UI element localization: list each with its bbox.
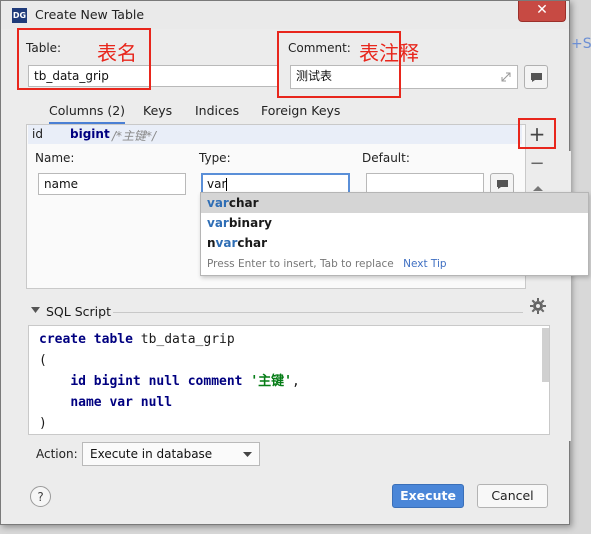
- remove-column-button[interactable]: −: [523, 152, 551, 176]
- autocomplete-item-varchar[interactable]: varchar: [201, 193, 588, 213]
- window-title: Create New Table: [35, 7, 145, 22]
- title-bar: DG Create New Table ✕: [1, 1, 569, 29]
- tab-columns[interactable]: Columns (2): [49, 103, 126, 125]
- cancel-button[interactable]: Cancel: [477, 484, 548, 508]
- help-button[interactable]: ?: [30, 486, 51, 507]
- column-type: bigint: [70, 127, 110, 141]
- action-select[interactable]: Execute in database: [82, 442, 260, 466]
- annotation-table-name: 表名: [97, 41, 137, 65]
- execute-button[interactable]: Execute: [392, 484, 464, 508]
- autocomplete-item-nvarchar[interactable]: nvarchar: [201, 233, 588, 253]
- autocomplete-popup: varchar varbinary nvarchar Press Enter t…: [200, 192, 589, 276]
- column-name: id: [32, 127, 43, 141]
- sql-line-4: name var null: [70, 395, 173, 410]
- sql-line-1: create table tb_data_grip: [39, 332, 235, 347]
- tab-foreign-keys[interactable]: Foreign Keys: [261, 103, 340, 118]
- column-name-label: Name:: [35, 151, 75, 165]
- annotation-comment: 表注释: [359, 41, 419, 65]
- add-column-button[interactable]: +: [523, 122, 551, 146]
- column-default-label: Default:: [362, 151, 410, 165]
- column-type-value: var: [207, 177, 227, 191]
- sql-line-3: id bigint null comment '主键',: [70, 374, 300, 389]
- autocomplete-hint: Press Enter to insert, Tab to replace Ne…: [207, 258, 447, 270]
- datagrip-app-icon: DG: [12, 8, 27, 23]
- action-value: Execute in database: [90, 447, 213, 461]
- tab-indices[interactable]: Indices: [195, 103, 239, 118]
- autocomplete-item-varbinary[interactable]: varbinary: [201, 213, 588, 233]
- sql-script-title[interactable]: SQL Script: [46, 304, 111, 319]
- background-fragment: +S: [571, 36, 591, 52]
- comment-edit-button[interactable]: [524, 65, 548, 89]
- next-tip-link[interactable]: Next Tip: [403, 258, 446, 270]
- chevron-down-icon: [243, 452, 252, 457]
- move-up-icon[interactable]: [532, 184, 544, 192]
- speech-bubble-icon: [497, 180, 508, 189]
- action-label: Action:: [36, 447, 78, 461]
- collapse-triangle-icon[interactable]: [31, 307, 40, 314]
- code-scrollbar[interactable]: [542, 328, 549, 382]
- expand-icon[interactable]: [501, 72, 511, 82]
- gear-icon[interactable]: [530, 298, 546, 314]
- sql-line-2: (: [39, 353, 47, 368]
- tab-keys[interactable]: Keys: [143, 103, 172, 118]
- column-name-input[interactable]: name: [38, 173, 186, 195]
- text-caret: [226, 178, 228, 191]
- sql-preview[interactable]: create table tb_data_grip ( id bigint nu…: [28, 325, 550, 435]
- speech-bubble-icon: [531, 73, 542, 82]
- dialog-window: DG Create New Table ✕ Table: tb_data_gri…: [0, 0, 589, 525]
- close-button[interactable]: ✕: [518, 1, 566, 22]
- column-comment: /*主键*/: [112, 129, 157, 143]
- section-divider: [113, 312, 523, 313]
- sql-line-5: ): [39, 416, 47, 431]
- column-row-id[interactable]: id bigint /*主键*/: [28, 125, 522, 144]
- column-type-label: Type:: [199, 151, 231, 165]
